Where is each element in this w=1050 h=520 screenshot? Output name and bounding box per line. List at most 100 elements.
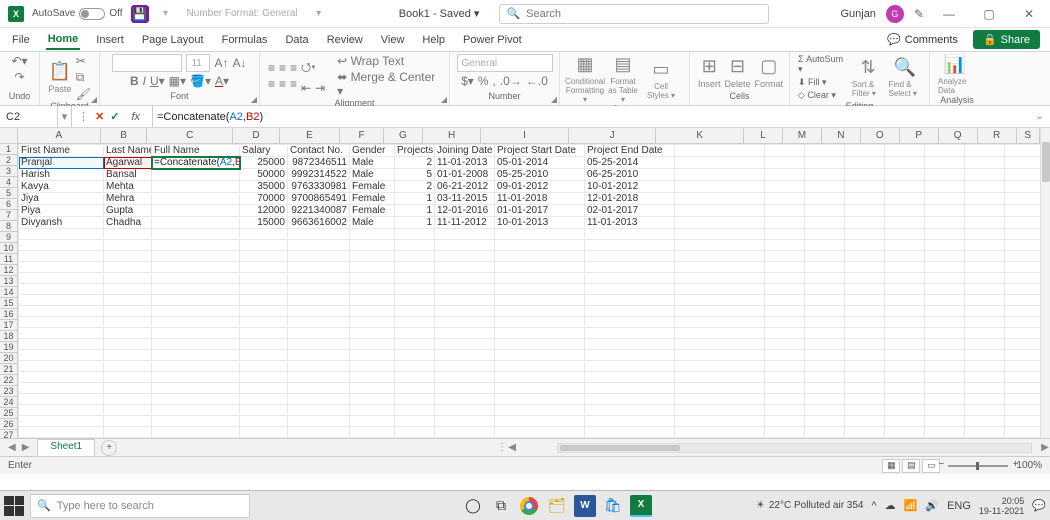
- cell[interactable]: [925, 157, 965, 169]
- row-header[interactable]: 16: [0, 309, 17, 320]
- align-right-icon[interactable]: ≡: [290, 77, 297, 91]
- cell[interactable]: [435, 383, 495, 394]
- cell[interactable]: [1005, 295, 1045, 306]
- cell[interactable]: [288, 361, 350, 372]
- cell[interactable]: Female: [350, 193, 395, 205]
- cell[interactable]: [765, 317, 805, 328]
- cell[interactable]: [350, 306, 395, 317]
- cell[interactable]: [435, 339, 495, 350]
- comma-icon[interactable]: ,: [493, 74, 496, 88]
- cell[interactable]: [395, 405, 435, 416]
- cell[interactable]: [675, 295, 765, 306]
- cell[interactable]: [885, 217, 925, 229]
- avatar[interactable]: G: [886, 5, 904, 23]
- cell[interactable]: [585, 306, 675, 317]
- cell[interactable]: [395, 328, 435, 339]
- cell[interactable]: =Concatenate(A2,B2): [152, 157, 240, 169]
- cell[interactable]: [585, 361, 675, 372]
- row-header[interactable]: 21: [0, 364, 17, 375]
- sheet-nav-next-icon[interactable]: ▶: [22, 442, 30, 453]
- cell[interactable]: [965, 416, 1005, 427]
- cell[interactable]: [925, 405, 965, 416]
- cell[interactable]: [152, 284, 240, 295]
- cell[interactable]: [288, 229, 350, 240]
- cell[interactable]: [495, 240, 585, 251]
- row-header[interactable]: 8: [0, 221, 17, 232]
- cell[interactable]: [288, 240, 350, 251]
- cell[interactable]: [805, 262, 845, 273]
- cell[interactable]: Agarwal: [104, 157, 152, 169]
- cell[interactable]: [152, 229, 240, 240]
- cell[interactable]: [19, 251, 104, 262]
- cell[interactable]: [288, 372, 350, 383]
- taskbar-excel-icon[interactable]: X: [630, 495, 652, 517]
- cell[interactable]: [765, 284, 805, 295]
- cell[interactable]: [288, 405, 350, 416]
- cell[interactable]: [965, 383, 1005, 394]
- cell[interactable]: 12-01-2016: [435, 205, 495, 217]
- cell[interactable]: [765, 361, 805, 372]
- cell[interactable]: [765, 372, 805, 383]
- cell[interactable]: [152, 251, 240, 262]
- cell[interactable]: [104, 438, 152, 439]
- cell[interactable]: [395, 438, 435, 439]
- cell[interactable]: Last Name: [104, 145, 152, 157]
- cell[interactable]: [805, 169, 845, 181]
- cell[interactable]: [435, 416, 495, 427]
- cell[interactable]: [885, 306, 925, 317]
- cell[interactable]: [805, 181, 845, 193]
- column-header[interactable]: Q: [939, 128, 978, 143]
- row-header[interactable]: 14: [0, 287, 17, 298]
- font-size-combo[interactable]: 11: [186, 54, 210, 72]
- cell[interactable]: [288, 262, 350, 273]
- cell[interactable]: [885, 181, 925, 193]
- cell[interactable]: [152, 328, 240, 339]
- cell[interactable]: [585, 350, 675, 361]
- fx-dropdown-icon[interactable]: ⋮: [78, 110, 89, 123]
- zoom-handle[interactable]: [976, 462, 979, 470]
- cell[interactable]: [19, 350, 104, 361]
- cell[interactable]: [240, 306, 288, 317]
- cell[interactable]: [845, 251, 885, 262]
- cell[interactable]: [240, 328, 288, 339]
- cell[interactable]: [805, 295, 845, 306]
- zoom-level[interactable]: 100%: [1016, 460, 1042, 471]
- cell[interactable]: [1005, 217, 1045, 229]
- tray-onedrive-icon[interactable]: ☁: [885, 499, 896, 512]
- cell[interactable]: [1005, 405, 1045, 416]
- cell[interactable]: [925, 205, 965, 217]
- cell[interactable]: Jiya: [19, 193, 104, 205]
- cell[interactable]: [925, 284, 965, 295]
- delete-cells-button[interactable]: ⊟Delete: [725, 56, 751, 89]
- cell[interactable]: [288, 306, 350, 317]
- cell[interactable]: [885, 273, 925, 284]
- cell[interactable]: [845, 145, 885, 157]
- cell[interactable]: Gupta: [104, 205, 152, 217]
- cell[interactable]: 15000: [240, 217, 288, 229]
- alignment-launcher-icon[interactable]: ◢: [441, 95, 447, 104]
- autosum-button[interactable]: Σ AutoSum ▾: [798, 54, 848, 75]
- cell[interactable]: [152, 427, 240, 438]
- cell[interactable]: [675, 361, 765, 372]
- fill-button[interactable]: ⬇ Fill ▾: [798, 77, 848, 88]
- cell[interactable]: [19, 306, 104, 317]
- column-header[interactable]: R: [978, 128, 1017, 143]
- row-header[interactable]: 6: [0, 199, 17, 210]
- cell[interactable]: [845, 416, 885, 427]
- cell[interactable]: [152, 217, 240, 229]
- cell[interactable]: [925, 350, 965, 361]
- cell[interactable]: [965, 262, 1005, 273]
- expand-formula-bar-icon[interactable]: ⌄: [1036, 111, 1044, 122]
- redo-icon[interactable]: ↷: [14, 70, 24, 84]
- cell[interactable]: [152, 361, 240, 372]
- cell[interactable]: [395, 372, 435, 383]
- cell[interactable]: [965, 317, 1005, 328]
- cell[interactable]: [805, 383, 845, 394]
- cell[interactable]: [395, 350, 435, 361]
- cell[interactable]: [805, 240, 845, 251]
- cell[interactable]: [19, 262, 104, 273]
- taskbar-word-icon[interactable]: W: [574, 495, 596, 517]
- number-launcher-icon[interactable]: ◢: [551, 95, 557, 104]
- clear-button[interactable]: ◇ Clear ▾: [798, 90, 848, 101]
- start-button[interactable]: [4, 496, 24, 516]
